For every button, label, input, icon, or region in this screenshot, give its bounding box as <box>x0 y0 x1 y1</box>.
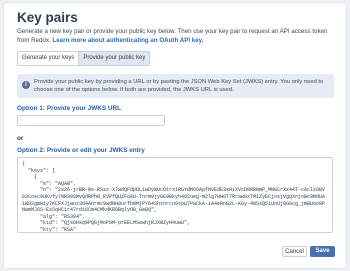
key-source-tabs: Generate your keys Provide your public k… <box>17 51 151 66</box>
oauth-learn-more-link[interactable]: Learn more about authenticating an OAuth… <box>52 37 203 44</box>
cancel-button[interactable]: Cancel <box>282 246 307 257</box>
dialog-title: Key pairs <box>17 10 78 25</box>
info-text: Provide your public key by providing a U… <box>34 79 324 93</box>
dialog-description: Generate a new key pair or provide your … <box>17 27 335 45</box>
option1-label: Option 1: Provide your JWKS URL <box>17 105 122 112</box>
tab-generate-keys[interactable]: Generate your keys <box>18 52 78 65</box>
info-banner: i Provide your public key by providing a… <box>17 74 334 98</box>
tab-provide-public-key[interactable]: Provide your public key <box>78 52 150 65</box>
option2-label: Option 2: Provide or edit your JWKS entr… <box>17 147 145 154</box>
save-button[interactable]: Save <box>310 246 335 257</box>
info-icon: i <box>22 81 30 89</box>
key-pairs-dialog: Key pairs Generate a new key pair or pro… <box>4 3 346 268</box>
jwks-entry-textarea[interactable]: { "keys": [ { "e": "AQAB", "n": "2s26-jr… <box>17 157 333 233</box>
jwks-url-input[interactable] <box>17 115 165 126</box>
or-divider: or <box>17 135 24 142</box>
